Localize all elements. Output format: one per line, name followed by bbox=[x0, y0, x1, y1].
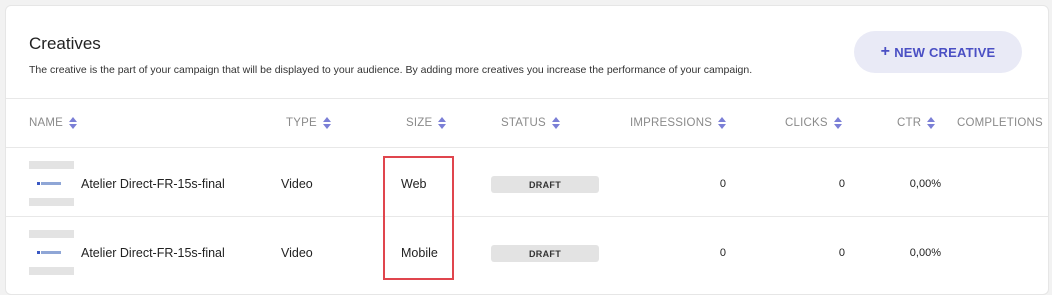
impressions-value: 0 bbox=[719, 247, 726, 259]
status-badge: DRAFT bbox=[491, 176, 599, 193]
sort-icon[interactable] bbox=[69, 117, 78, 129]
column-header-size[interactable]: SIZE bbox=[406, 117, 447, 129]
column-header-name[interactable]: NAME bbox=[29, 117, 78, 129]
creatives-card: Creatives The creative is the part of yo… bbox=[5, 5, 1049, 295]
status-badge: DRAFT bbox=[491, 245, 599, 262]
plus-icon: + bbox=[880, 43, 891, 60]
page-subtitle: The creative is the part of your campaig… bbox=[29, 64, 753, 76]
header-divider bbox=[6, 98, 1048, 99]
sort-icon[interactable] bbox=[551, 117, 560, 129]
creative-type: Video bbox=[281, 246, 313, 260]
table-header-divider bbox=[6, 147, 1048, 148]
creative-thumbnail[interactable] bbox=[29, 230, 74, 276]
size-column-highlight bbox=[383, 156, 454, 280]
sort-icon[interactable] bbox=[438, 117, 447, 129]
new-creative-label: NEW CREATIVE bbox=[894, 44, 996, 60]
ctr-value: 0,00% bbox=[909, 247, 941, 259]
ctr-value: 0,00% bbox=[909, 178, 941, 190]
sort-icon[interactable] bbox=[322, 117, 331, 129]
clicks-value: 0 bbox=[838, 247, 845, 259]
column-header-completions[interactable]: COMPLETIONS bbox=[957, 117, 1043, 129]
column-header-clicks[interactable]: CLICKS bbox=[785, 117, 842, 129]
new-creative-button[interactable]: + NEW CREATIVE bbox=[854, 31, 1022, 73]
column-header-impressions[interactable]: IMPRESSIONS bbox=[630, 117, 727, 129]
sort-icon[interactable] bbox=[718, 117, 727, 129]
column-header-type[interactable]: TYPE bbox=[286, 117, 331, 129]
column-header-status[interactable]: STATUS bbox=[501, 117, 560, 129]
clicks-value: 0 bbox=[838, 178, 845, 190]
page-title: Creatives bbox=[29, 34, 101, 53]
impressions-value: 0 bbox=[719, 178, 726, 190]
row-divider bbox=[6, 216, 1048, 217]
brand-logo-icon bbox=[37, 182, 61, 185]
sort-icon[interactable] bbox=[833, 117, 842, 129]
brand-logo-icon bbox=[37, 251, 61, 254]
creative-name[interactable]: Atelier Direct-FR-15s-final bbox=[81, 246, 225, 260]
creative-name[interactable]: Atelier Direct-FR-15s-final bbox=[81, 177, 225, 191]
creative-type: Video bbox=[281, 177, 313, 191]
creative-thumbnail[interactable] bbox=[29, 161, 74, 207]
sort-icon[interactable] bbox=[927, 117, 936, 129]
column-header-ctr[interactable]: CTR bbox=[897, 117, 936, 129]
